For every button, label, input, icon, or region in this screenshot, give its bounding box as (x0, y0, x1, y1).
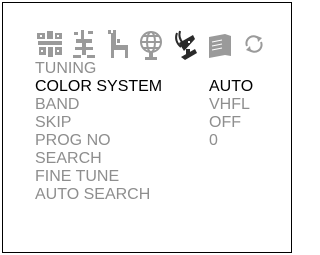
tuning-menu: TUNING COLOR SYSTEM AUTO BAND VHFL SKIP … (35, 60, 275, 204)
menu-item-label: SEARCH (35, 150, 102, 167)
osd-menu-frame: TUNING COLOR SYSTEM AUTO BAND VHFL SKIP … (2, 2, 292, 253)
teletext-icon[interactable] (205, 27, 235, 61)
menu-item-label: COLOR SYSTEM (35, 78, 163, 95)
menu-title: TUNING (35, 60, 275, 78)
menu-item-auto-search[interactable]: AUTO SEARCH (35, 186, 275, 204)
menu-item-fine-tune[interactable]: FINE TUNE (35, 168, 275, 186)
satellite-dish-icon[interactable] (171, 27, 201, 61)
menu-item-value: VHFL (209, 96, 250, 113)
menu-item-label: SKIP (35, 114, 72, 131)
menu-item-prog-no[interactable]: PROG NO 0 (35, 132, 275, 150)
menu-item-color-system[interactable]: COLOR SYSTEM AUTO (35, 78, 275, 96)
picture-settings-icon[interactable] (35, 27, 65, 61)
menu-item-label: BAND (35, 96, 80, 113)
globe-icon[interactable] (137, 27, 167, 61)
menu-item-label: FINE TUNE (35, 168, 120, 185)
menu-title-label: TUNING (35, 60, 97, 77)
menu-item-skip[interactable]: SKIP OFF (35, 114, 275, 132)
menu-item-value: AUTO (209, 78, 254, 95)
sound-settings-icon[interactable] (69, 27, 99, 61)
menu-item-search[interactable]: SEARCH (35, 150, 275, 168)
menu-icon-bar (35, 27, 271, 61)
menu-item-label: PROG NO (35, 132, 111, 149)
menu-item-label: AUTO SEARCH (35, 186, 151, 203)
menu-item-value: OFF (209, 114, 241, 131)
menu-item-band[interactable]: BAND VHFL (35, 96, 275, 114)
menu-item-value: 0 (209, 132, 218, 149)
refresh-icon[interactable] (239, 27, 269, 61)
function-settings-icon[interactable] (103, 27, 133, 61)
